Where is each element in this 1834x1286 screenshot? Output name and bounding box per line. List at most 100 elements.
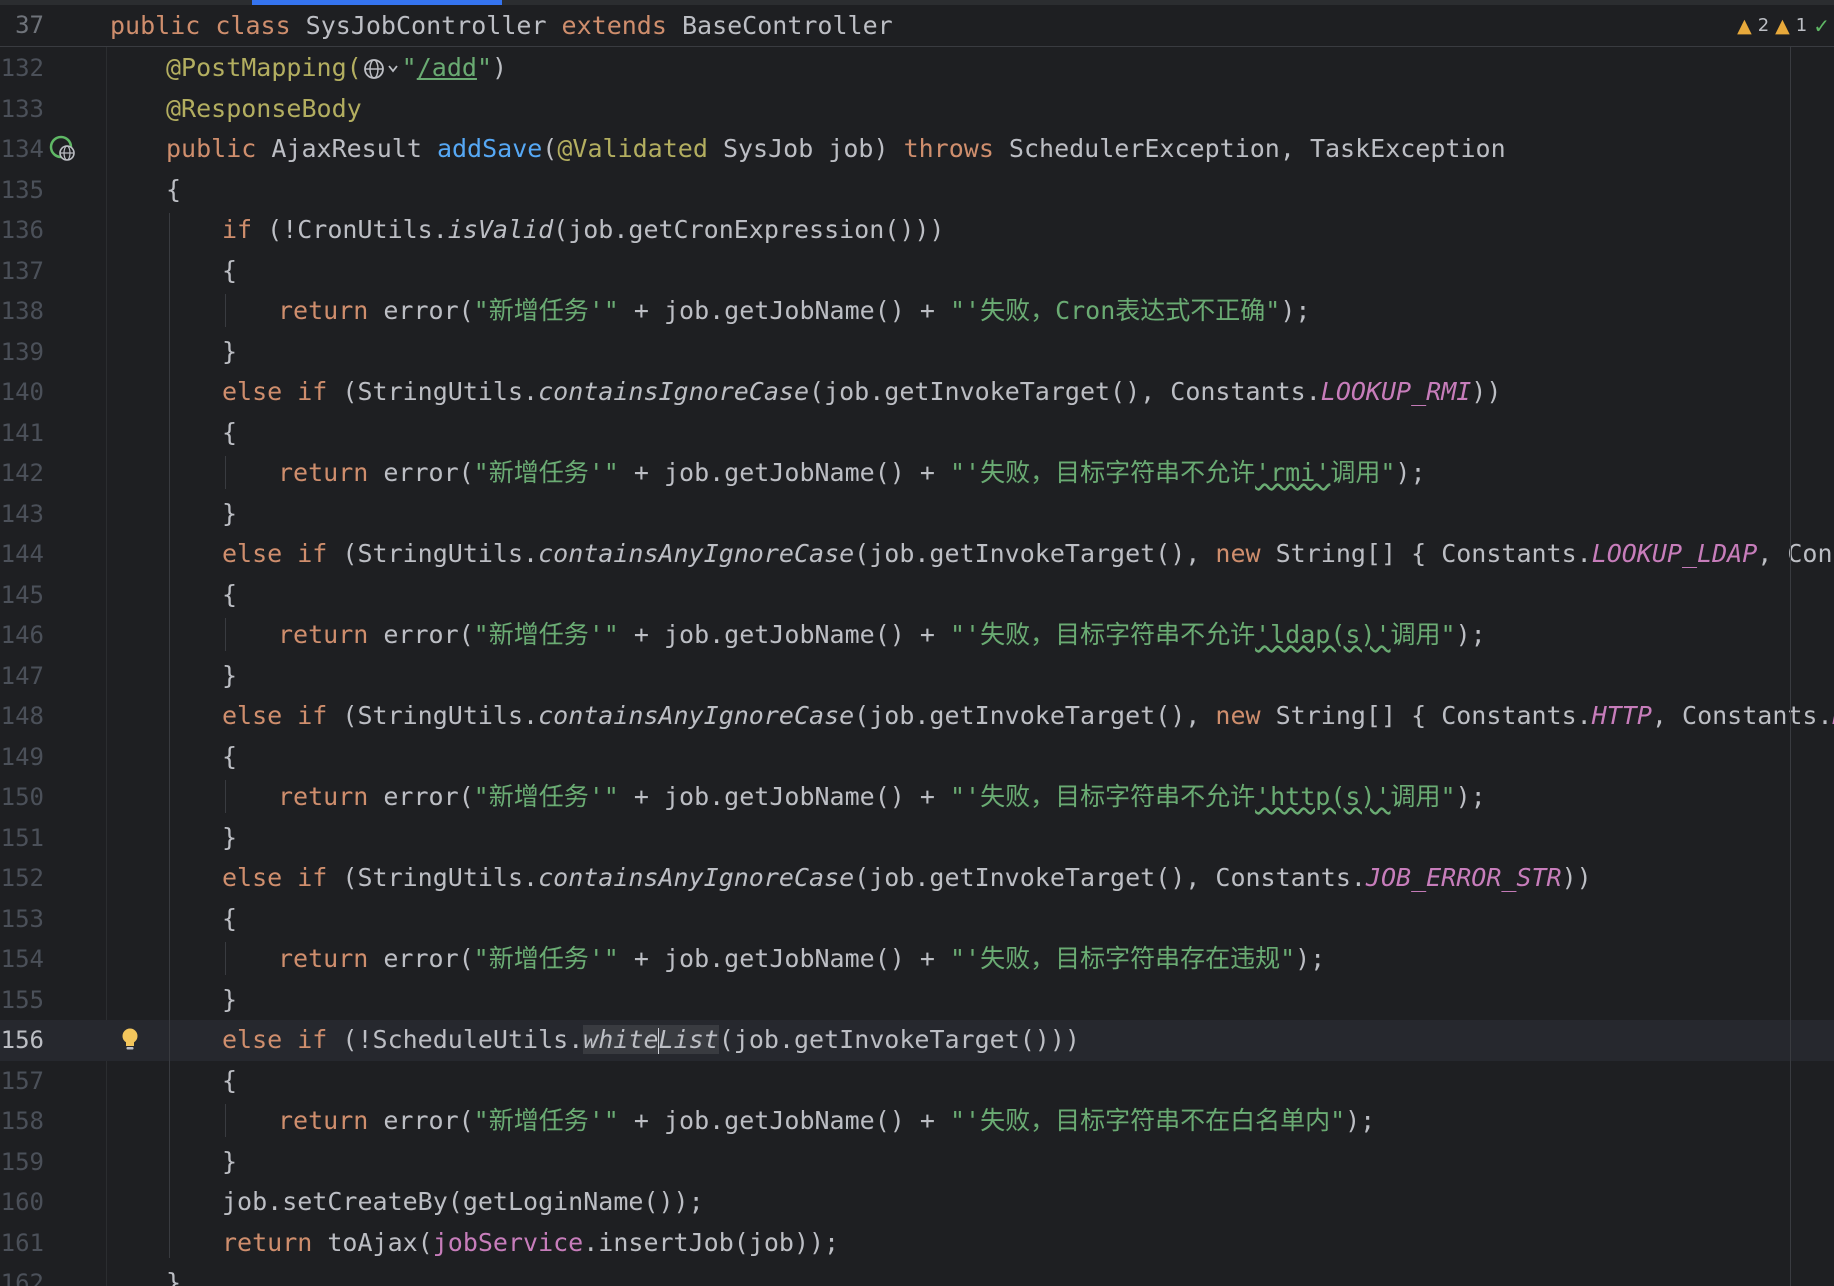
code-editor[interactable]: 132 @PostMapping("/add") 133 @ResponseBody 1… bbox=[0, 47, 1834, 1286]
code-text[interactable]: } bbox=[222, 980, 237, 1021]
code-text[interactable]: } bbox=[166, 1263, 181, 1286]
code-line[interactable]: 158 return error("新增任务'" + job.getJobName… bbox=[0, 1101, 1834, 1142]
code-text[interactable]: return error("新增任务'" + job.getJobName() … bbox=[278, 777, 1486, 818]
line-number[interactable]: 158 bbox=[0, 1101, 44, 1142]
code-text[interactable]: } bbox=[222, 494, 237, 535]
code-text[interactable]: return error("新增任务'" + job.getJobName() … bbox=[278, 615, 1486, 656]
code-line[interactable]: 134 public AjaxResult addSave(@Validated … bbox=[0, 129, 1834, 170]
code-line-current[interactable]: 156 else if (!ScheduleUtils.whiteList(job… bbox=[0, 1020, 1834, 1061]
code-line[interactable]: 142 return error("新增任务'" + job.getJobName… bbox=[0, 453, 1834, 494]
code-line[interactable]: 147} bbox=[0, 656, 1834, 697]
code-line[interactable]: 152 else if (StringUtils.containsAnyIgnor… bbox=[0, 858, 1834, 899]
code-text[interactable]: { bbox=[222, 899, 237, 940]
code-text[interactable]: else if (!ScheduleUtils.whiteList(job.ge… bbox=[222, 1020, 1080, 1061]
code-text[interactable]: } bbox=[222, 332, 237, 373]
code-line[interactable]: 132 @PostMapping("/add") bbox=[0, 48, 1834, 89]
line-number[interactable]: 157 bbox=[0, 1061, 44, 1102]
code-text[interactable]: { bbox=[222, 251, 237, 292]
code-text[interactable]: { bbox=[222, 413, 237, 454]
code-line[interactable]: 155} bbox=[0, 980, 1834, 1021]
code-line[interactable]: 154 return error("新增任务'" + job.getJobName… bbox=[0, 939, 1834, 980]
code-text[interactable]: else if (StringUtils.containsAnyIgnoreCa… bbox=[222, 858, 1592, 899]
code-line[interactable]: 146 return error("新增任务'" + job.getJobName… bbox=[0, 615, 1834, 656]
code-text[interactable]: job.setCreateBy(getLoginName()); bbox=[222, 1182, 704, 1223]
code-line[interactable]: 148 else if (StringUtils.containsAnyIgnor… bbox=[0, 696, 1834, 737]
code-line[interactable]: 151} bbox=[0, 818, 1834, 859]
line-number[interactable]: 146 bbox=[0, 615, 44, 656]
line-number[interactable]: 153 bbox=[0, 899, 44, 940]
line-number[interactable]: 142 bbox=[0, 453, 44, 494]
code-line[interactable]: 143} bbox=[0, 494, 1834, 535]
line-number[interactable]: 134 bbox=[0, 129, 44, 170]
line-number[interactable]: 151 bbox=[0, 818, 44, 859]
code-text[interactable]: { bbox=[222, 575, 237, 616]
code-text[interactable]: public AjaxResult addSave(@Validated Sys… bbox=[166, 129, 1506, 170]
line-number[interactable]: 152 bbox=[0, 858, 44, 899]
code-line[interactable]: 162} bbox=[0, 1263, 1834, 1286]
code-text[interactable]: { bbox=[222, 1061, 237, 1102]
code-text[interactable]: } bbox=[222, 656, 237, 697]
line-number[interactable]: 162 bbox=[0, 1263, 44, 1286]
code-text[interactable]: else if (StringUtils.containsIgnoreCase(… bbox=[222, 372, 1501, 413]
line-number[interactable]: 156 bbox=[0, 1020, 44, 1061]
code-text[interactable]: return error("新增任务'" + job.getJobName() … bbox=[278, 1101, 1375, 1142]
code-text[interactable]: { bbox=[222, 737, 237, 778]
line-number[interactable]: 155 bbox=[0, 980, 44, 1021]
code-line[interactable]: 133 @ResponseBody bbox=[0, 89, 1834, 130]
code-text[interactable]: else if (StringUtils.containsAnyIgnoreCa… bbox=[222, 696, 1834, 737]
code-text[interactable]: { bbox=[166, 170, 181, 211]
code-text[interactable]: } bbox=[222, 818, 237, 859]
code-line[interactable]: 161 return toAjax(jobService.insertJob(jo… bbox=[0, 1223, 1834, 1264]
code-line[interactable]: 157 { bbox=[0, 1061, 1834, 1102]
code-line[interactable]: 145 { bbox=[0, 575, 1834, 616]
code-line[interactable]: 149 { bbox=[0, 737, 1834, 778]
globe-icon[interactable] bbox=[362, 53, 402, 82]
line-number[interactable]: 132 bbox=[0, 48, 44, 89]
code-text[interactable]: @PostMapping("/add") bbox=[166, 48, 507, 89]
code-text[interactable]: else if (StringUtils.containsAnyIgnoreCa… bbox=[222, 534, 1834, 575]
code-text[interactable]: return error("新增任务'" + job.getJobName() … bbox=[278, 939, 1325, 980]
inspection-widget[interactable]: ▲ 2 ▲ 1 ✓ bbox=[1737, 5, 1834, 46]
code-text[interactable]: } bbox=[222, 1142, 237, 1183]
line-number[interactable]: 141 bbox=[0, 413, 44, 454]
code-line[interactable]: 138 return error("新增任务'" + job.getJobName… bbox=[0, 291, 1834, 332]
code-line[interactable]: 136 if (!CronUtils.isValid(job.getCronExp… bbox=[0, 210, 1834, 251]
bean-web-icon[interactable] bbox=[48, 134, 78, 164]
line-number[interactable]: 147 bbox=[0, 656, 44, 697]
line-number[interactable]: 137 bbox=[0, 251, 44, 292]
code-text[interactable]: return toAjax(jobService.insertJob(job))… bbox=[222, 1223, 839, 1264]
line-number[interactable]: 161 bbox=[0, 1223, 44, 1264]
code-text[interactable]: @ResponseBody bbox=[166, 89, 362, 130]
line-number[interactable]: 135 bbox=[0, 170, 44, 211]
code-line[interactable]: 160 job.setCreateBy(getLoginName()); bbox=[0, 1182, 1834, 1223]
code-line[interactable]: 144 else if (StringUtils.containsAnyIgnor… bbox=[0, 534, 1834, 575]
code-line[interactable]: 150 return error("新增任务'" + job.getJobName… bbox=[0, 777, 1834, 818]
code-line[interactable]: 153 { bbox=[0, 899, 1834, 940]
code-text[interactable]: return error("新增任务'" + job.getJobName() … bbox=[278, 291, 1310, 332]
line-number[interactable]: 154 bbox=[0, 939, 44, 980]
line-number[interactable]: 148 bbox=[0, 696, 44, 737]
code-line[interactable]: 140 else if (StringUtils.containsIgnoreCa… bbox=[0, 372, 1834, 413]
line-number[interactable]: 150 bbox=[0, 777, 44, 818]
code-line[interactable]: 137 { bbox=[0, 251, 1834, 292]
line-number[interactable]: 140 bbox=[0, 372, 44, 413]
code-line[interactable]: 141 { bbox=[0, 413, 1834, 454]
code-text[interactable]: if (!CronUtils.isValid(job.getCronExpres… bbox=[222, 210, 944, 251]
line-number[interactable]: 139 bbox=[0, 332, 44, 373]
code-line[interactable]: 139} bbox=[0, 332, 1834, 373]
code-line[interactable]: 135 { bbox=[0, 170, 1834, 211]
line-number[interactable]: 138 bbox=[0, 291, 44, 332]
line-number[interactable]: 133 bbox=[0, 89, 44, 130]
code-text[interactable]: return error("新增任务'" + job.getJobName() … bbox=[278, 453, 1426, 494]
intention-bulb-icon[interactable] bbox=[120, 1027, 140, 1053]
code-line[interactable]: 159} bbox=[0, 1142, 1834, 1183]
sticky-class-declaration[interactable]: public class SysJobController extends Ba… bbox=[110, 5, 893, 46]
line-number[interactable]: 145 bbox=[0, 575, 44, 616]
sticky-lines-header[interactable]: 37 public class SysJobController extends… bbox=[0, 5, 1834, 47]
line-number[interactable]: 149 bbox=[0, 737, 44, 778]
line-number[interactable]: 159 bbox=[0, 1142, 44, 1183]
line-number[interactable]: 136 bbox=[0, 210, 44, 251]
line-number[interactable]: 143 bbox=[0, 494, 44, 535]
line-number[interactable]: 144 bbox=[0, 534, 44, 575]
line-number[interactable]: 160 bbox=[0, 1182, 44, 1223]
